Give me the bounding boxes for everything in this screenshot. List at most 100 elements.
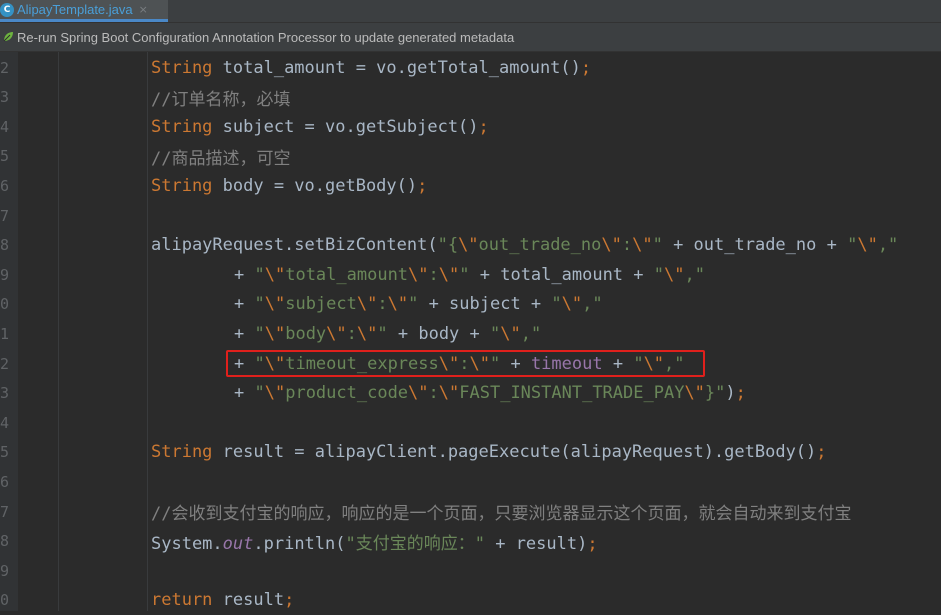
code-token: " bbox=[459, 264, 470, 285]
code-text: //商品描述，可空 bbox=[151, 144, 290, 169]
code-token: FAST_INSTANT_TRADE_PAY bbox=[459, 383, 685, 404]
code-token: \" bbox=[408, 264, 429, 285]
code-token: " bbox=[254, 264, 265, 285]
code-token: \" bbox=[356, 294, 378, 315]
code-line[interactable]: 9 bbox=[0, 556, 941, 585]
code-token: + result) bbox=[484, 533, 588, 554]
code-token: \" bbox=[601, 235, 622, 256]
code-token: \" bbox=[561, 294, 583, 315]
line-number: 5 bbox=[0, 443, 10, 462]
code-token: subject = vo.getSubject() bbox=[212, 116, 479, 137]
code-line[interactable]: 8 alipayRequest.setBizContent("{\"out_tra… bbox=[0, 231, 941, 260]
code-token: + bbox=[234, 323, 255, 344]
code-token: body = vo.getBody() bbox=[212, 175, 418, 196]
code-token: \" bbox=[632, 235, 653, 256]
code-token: \" bbox=[387, 294, 409, 315]
line-number: 6 bbox=[0, 472, 10, 491]
code-text: + "\"subject\":\"" + subject + "\"," bbox=[234, 294, 603, 314]
code-token: : bbox=[377, 294, 388, 315]
code-text: String result = alipayClient.pageExecute… bbox=[151, 442, 827, 462]
code-text: + "\"product_code\":\"FAST_INSTANT_TRADE… bbox=[234, 383, 746, 403]
code-line[interactable]: 8 System.out.println("支付宝的响应：" + result); bbox=[0, 527, 941, 556]
banner-message[interactable]: Re-run Spring Boot Configuration Annotat… bbox=[17, 30, 514, 45]
code-token: " bbox=[254, 294, 265, 315]
line-number: 4 bbox=[0, 117, 10, 136]
code-token: ; bbox=[816, 442, 827, 463]
code-token: " bbox=[653, 264, 664, 285]
line-number: 7 bbox=[0, 206, 10, 225]
code-text: //订单名称，必填 bbox=[151, 85, 290, 110]
line-number: 2 bbox=[0, 58, 10, 77]
code-token: \" bbox=[264, 264, 286, 285]
code-editor[interactable]: 2 String total_amount = vo.getTotal_amoun… bbox=[0, 52, 941, 611]
close-icon[interactable]: × bbox=[139, 3, 148, 16]
line-number: 2 bbox=[0, 354, 10, 373]
code-token: \" bbox=[438, 264, 460, 285]
code-token: " bbox=[847, 235, 858, 256]
code-line[interactable]: 7 //会收到支付宝的响应，响应的是一个页面，只要浏览器显示这个页面，就会自动来到… bbox=[0, 497, 941, 526]
code-token: total_amount = vo.getTotal_amount() bbox=[212, 57, 581, 78]
line-number: 0 bbox=[0, 295, 10, 314]
code-token: " bbox=[652, 235, 663, 256]
code-token: \" bbox=[264, 383, 286, 404]
code-token: System. bbox=[151, 533, 223, 554]
code-token: + total_amount + bbox=[469, 264, 654, 285]
code-token: ; bbox=[587, 533, 598, 554]
code-token: " bbox=[490, 323, 501, 344]
tab-filename: AlipayTemplate.java bbox=[17, 2, 133, 17]
code-token: }" bbox=[704, 383, 726, 404]
code-line[interactable]: 3 + "\"product_code\":\"FAST_INSTANT_TRAD… bbox=[0, 379, 941, 408]
code-token: : bbox=[346, 323, 357, 344]
code-line[interactable]: 7 bbox=[0, 201, 941, 230]
tab-alipay-template[interactable]: C AlipayTemplate.java × bbox=[0, 0, 168, 22]
code-token: ; bbox=[735, 383, 746, 404]
code-token: ," bbox=[582, 294, 603, 315]
code-token: subject bbox=[285, 294, 357, 315]
code-token: ; bbox=[284, 590, 295, 611]
code-line[interactable]: 3 //订单名称，必填 bbox=[0, 83, 941, 112]
code-token: \" bbox=[438, 383, 460, 404]
code-line[interactable]: 0 return result; bbox=[0, 586, 941, 615]
code-token: + out_trade_no + bbox=[662, 235, 848, 256]
code-token: ," bbox=[520, 323, 542, 344]
code-line[interactable]: 5 String result = alipayClient.pageExecut… bbox=[0, 438, 941, 467]
code-token: + subject + bbox=[418, 294, 552, 315]
code-token: ) bbox=[725, 383, 736, 404]
line-number: 3 bbox=[0, 384, 10, 403]
code-token: + body + bbox=[387, 323, 490, 344]
code-token: ; bbox=[478, 116, 489, 137]
code-line[interactable]: 2 String total_amount = vo.getTotal_amoun… bbox=[0, 53, 941, 82]
java-class-icon: C bbox=[0, 2, 14, 17]
code-line[interactable]: 4 String subject = vo.getSubject(); bbox=[0, 112, 941, 141]
code-token: " bbox=[408, 294, 419, 315]
code-token: String bbox=[151, 442, 213, 463]
line-number: 4 bbox=[0, 413, 10, 432]
code-token: ; bbox=[417, 175, 428, 196]
code-token: //会收到支付宝的响应，响应的是一个页面，只要浏览器显示这个页面，就会自动来到支… bbox=[151, 504, 852, 524]
code-token: result = alipayClient.pageExecute(alipay… bbox=[212, 442, 817, 463]
code-token: \" bbox=[326, 323, 347, 344]
code-text: + "\"body\":\"" + body + "\"," bbox=[234, 324, 541, 344]
code-token: alipayRequest.setBizContent( bbox=[151, 235, 438, 256]
code-text: return result; bbox=[151, 590, 294, 610]
code-line[interactable]: 1 + "\"body\":\"" + body + "\"," bbox=[0, 319, 941, 348]
code-line[interactable]: 4 bbox=[0, 408, 941, 437]
code-text: + "\"total_amount\":\"" + total_amount +… bbox=[234, 265, 705, 285]
code-line[interactable]: 6 bbox=[0, 467, 941, 496]
line-number: 6 bbox=[0, 176, 10, 195]
code-line[interactable]: 6 String body = vo.getBody(); bbox=[0, 171, 941, 200]
code-token: " bbox=[254, 323, 265, 344]
code-token: "支付宝的响应：" bbox=[345, 533, 485, 554]
line-number: 5 bbox=[0, 147, 10, 166]
code-token: ," bbox=[684, 264, 705, 285]
code-line[interactable]: 5 //商品描述，可空 bbox=[0, 142, 941, 171]
code-token: String bbox=[151, 57, 213, 78]
code-token: " bbox=[551, 294, 562, 315]
code-token: : bbox=[428, 383, 439, 404]
code-line[interactable]: 9 + "\"total_amount\":\"" + total_amount … bbox=[0, 260, 941, 289]
code-line[interactable]: 0 + "\"subject\":\"" + subject + "\"," bbox=[0, 290, 941, 319]
code-token: \" bbox=[356, 323, 378, 344]
spring-leaf-icon bbox=[3, 32, 13, 42]
code-text: alipayRequest.setBizContent("{\"out_trad… bbox=[151, 235, 898, 255]
code-text: String body = vo.getBody(); bbox=[151, 176, 427, 196]
